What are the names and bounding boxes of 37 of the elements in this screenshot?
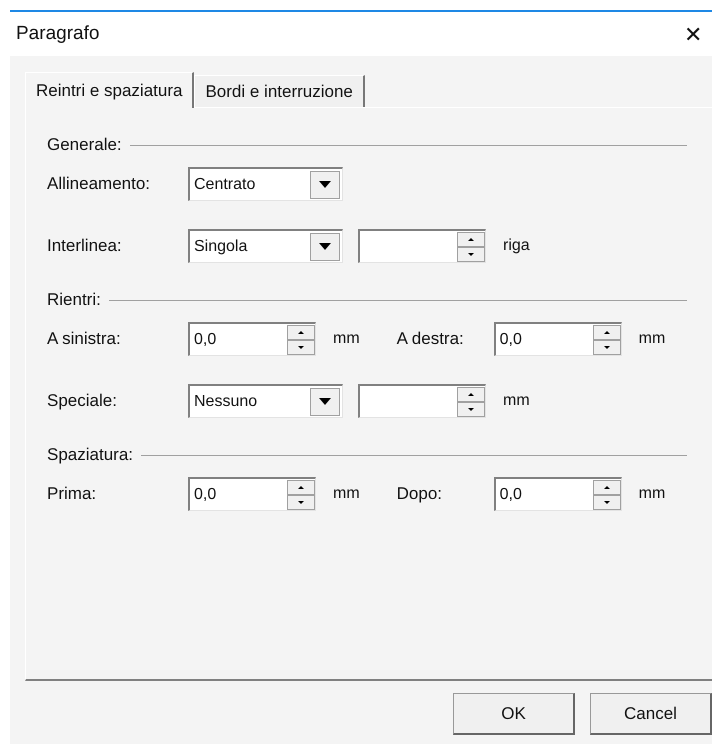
unit-label: mm (333, 329, 360, 349)
section-title: Spaziatura: (47, 444, 133, 466)
spinner-arrows-icon[interactable] (592, 324, 621, 354)
field-label: Dopo: (396, 483, 444, 506)
unit-label: mm (333, 484, 360, 504)
unit-label: mm (503, 391, 530, 411)
spin-field[interactable]: 0,0 (494, 322, 622, 356)
section-title: Generale: (47, 134, 122, 156)
section-title: Rientri: (47, 289, 101, 312)
close-button[interactable]: ✕ (678, 18, 708, 50)
dropdown[interactable]: Nessuno (188, 384, 343, 418)
spinner-arrows-icon[interactable] (457, 386, 485, 416)
dialog-button[interactable]: OK (453, 693, 575, 735)
field-label: Prima: (47, 483, 98, 506)
tab[interactable]: Bordi e interruzione (194, 75, 365, 107)
spinner-arrows-icon[interactable] (592, 480, 621, 510)
tab[interactable]: Reintri e spaziatura (25, 72, 194, 108)
spinner-arrows-icon[interactable] (457, 232, 485, 262)
dialog-button[interactable]: Cancel (590, 693, 712, 735)
spin-field[interactable] (358, 229, 486, 263)
field-label: A destra: (396, 328, 465, 350)
field-label: Allineamento: (47, 173, 152, 196)
field-label: A sinistra: (47, 328, 122, 350)
unit-label: mm (638, 484, 666, 504)
spin-field[interactable]: 0,0 (188, 477, 316, 511)
dropdown[interactable]: Singola (188, 229, 343, 263)
field-label: Interlinea: (47, 235, 123, 258)
spin-field[interactable]: 0,0 (188, 322, 316, 356)
unit-label: riga (503, 236, 530, 256)
field-label: Speciale: (47, 390, 118, 412)
spin-field[interactable]: 0,0 (494, 477, 622, 511)
spin-field[interactable] (358, 384, 486, 418)
window-title: Paragrafo (15, 22, 100, 46)
dropdown[interactable]: Centrato (188, 167, 343, 201)
spinner-arrows-icon[interactable] (287, 324, 315, 354)
spinner-arrows-icon[interactable] (287, 480, 315, 510)
unit-label: mm (638, 329, 666, 349)
